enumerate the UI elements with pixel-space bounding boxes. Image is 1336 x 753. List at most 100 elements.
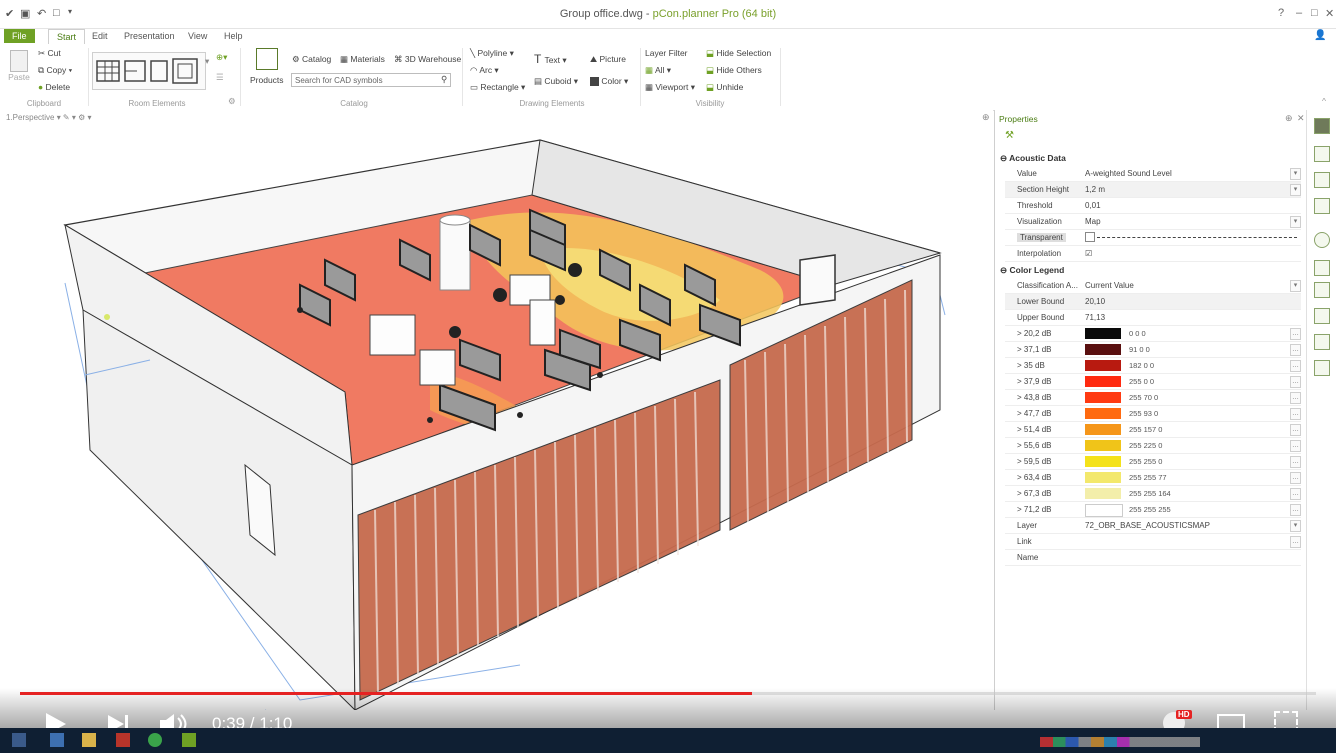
prop-row-classification[interactable]: Classification A... Current Value ▾ [1005, 278, 1301, 294]
more-icon[interactable]: … [1290, 328, 1301, 340]
more-icon[interactable]: … [1290, 440, 1301, 452]
panel-close-icon[interactable]: ✕ [1297, 113, 1305, 124]
tab-file[interactable]: File [4, 29, 35, 43]
add-element-icon[interactable]: ⊕▾ [216, 52, 227, 63]
prop-row-visualization[interactable]: Visualization Map ▾ [1005, 214, 1301, 230]
more-icon[interactable]: … [1290, 392, 1301, 404]
legend-row[interactable]: > 37,9 dB 255 0 0… [1005, 374, 1301, 390]
copy-button[interactable]: ⧉ Copy ▾ [38, 65, 72, 76]
panel-pin-icon[interactable]: ⊕ [1285, 113, 1293, 124]
legend-row[interactable]: > 37,1 dB 91 0 0… [1005, 342, 1301, 358]
arc-button[interactable]: ◠ Arc ▾ [470, 65, 499, 76]
tab-view[interactable]: View [180, 29, 215, 43]
globe-search-icon[interactable] [1314, 232, 1330, 248]
help-icon[interactable]: ? [1278, 7, 1284, 19]
legend-row[interactable]: > 55,6 dB 255 225 0… [1005, 438, 1301, 454]
prop-row-link[interactable]: Link… [1005, 534, 1301, 550]
legend-row[interactable]: > 71,2 dB 255 255 255… [1005, 502, 1301, 518]
chevron-down-icon[interactable]: ▾ [1290, 280, 1301, 292]
more-icon[interactable]: … [1290, 408, 1301, 420]
catalog-button[interactable]: ⚙ Catalog [292, 54, 331, 65]
pcon-planner-icon[interactable] [182, 733, 196, 747]
more-icon[interactable]: … [1290, 472, 1301, 484]
close-icon[interactable]: ✕ [1325, 7, 1334, 20]
start-button-icon[interactable] [12, 733, 26, 747]
chevron-down-icon[interactable]: ▾ [1290, 216, 1301, 228]
more-icon[interactable]: … [1290, 344, 1301, 356]
prop-row-layer[interactable]: Layer 72_OBR_BASE_ACOUSTICSMAP ▾ [1005, 518, 1301, 534]
whatsapp-icon[interactable] [148, 733, 162, 747]
color-legend-section[interactable]: ⊖ Color Legend [1000, 265, 1064, 276]
tab-presentation[interactable]: Presentation [116, 29, 183, 43]
ribbon-collapse-icon[interactable]: ^ [1322, 96, 1326, 106]
tab-help[interactable]: Help [216, 29, 251, 43]
paste-button[interactable]: Paste [8, 50, 30, 82]
more-icon[interactable]: … [1290, 360, 1301, 372]
chevron-down-icon[interactable]: ▾ [1290, 520, 1301, 532]
maximize-icon[interactable]: □ [1311, 7, 1318, 19]
prop-row-name[interactable]: Name [1005, 550, 1301, 566]
viewport-button[interactable]: ▦ Viewport ▾ [645, 82, 695, 93]
picture-button[interactable]: ⛰ Picture [590, 54, 626, 65]
system-tray-icons[interactable] [1040, 737, 1200, 747]
taskbar-app-icon[interactable] [50, 733, 64, 747]
properties-tool-icon[interactable]: ⚒ [1005, 130, 1014, 141]
more-icon[interactable]: … [1290, 488, 1301, 500]
legend-row[interactable]: > 63,4 dB 255 255 77… [1005, 470, 1301, 486]
rectangle-button[interactable]: ▭ Rectangle ▾ [470, 82, 525, 93]
chevron-down-icon[interactable]: ▾ [1290, 184, 1301, 196]
folder-icon[interactable] [82, 733, 96, 747]
layer-filter-dropdown[interactable]: ▦ All ▾ [645, 65, 671, 76]
prop-row-upper-bound[interactable]: Upper Bound 71,13 [1005, 310, 1301, 326]
video-progress-bar[interactable] [20, 692, 1316, 695]
prop-row-interpolation[interactable]: Interpolation ☑ [1005, 246, 1301, 262]
warehouse-button[interactable]: ⌘ 3D Warehouse [394, 54, 461, 65]
products-button[interactable]: Products [250, 48, 284, 85]
prop-row-section-height[interactable]: Section Height 1,2 m ▾ [1005, 182, 1301, 198]
taskbar-app-icon[interactable] [116, 733, 130, 747]
legend-row[interactable]: > 67,3 dB 255 255 164… [1005, 486, 1301, 502]
prop-row-threshold[interactable]: Threshold 0,01 [1005, 198, 1301, 214]
document-icon[interactable] [1314, 198, 1330, 214]
unhide-button[interactable]: ⬓ Unhide [706, 82, 743, 93]
transparent-checkbox[interactable] [1085, 232, 1095, 242]
prop-row-lower-bound[interactable]: Lower Bound 20,10 [1005, 294, 1301, 310]
prop-row-transparent[interactable]: Transparent [1005, 230, 1301, 246]
legend-row[interactable]: > 59,5 dB 255 255 0… [1005, 454, 1301, 470]
search-icon[interactable]: ⚲ [441, 74, 447, 85]
more-icon[interactable]: … [1290, 424, 1301, 436]
edit-icon[interactable] [1314, 334, 1330, 350]
tab-start[interactable]: Start [48, 29, 86, 44]
more-icon[interactable]: … [1290, 456, 1301, 468]
more-icon[interactable]: … [1290, 504, 1301, 516]
more-icon[interactable]: … [1290, 376, 1301, 388]
text-button[interactable]: T Text ▾ [534, 52, 567, 66]
cut-button[interactable]: ✂ Cut [38, 48, 61, 59]
catalog-browser-icon[interactable] [1314, 146, 1330, 162]
hide-others-button[interactable]: ⬓ Hide Others [706, 65, 762, 76]
statistics-icon[interactable] [1314, 360, 1330, 376]
legend-row[interactable]: > 51,4 dB 255 157 0… [1005, 422, 1301, 438]
more-icon[interactable]: … [1290, 536, 1301, 548]
box-icon[interactable] [1314, 260, 1330, 276]
legend-row[interactable]: > 35 dB 182 0 0… [1005, 358, 1301, 374]
legend-row[interactable]: > 20,2 dB 0 0 0… [1005, 326, 1301, 342]
gallery-dropdown-icon[interactable]: ▾ [205, 56, 209, 67]
interpolation-checkbox[interactable]: ☑ [1085, 249, 1092, 258]
delete-button[interactable]: ● Delete [38, 82, 70, 92]
tab-edit[interactable]: Edit [84, 29, 116, 43]
acoustic-data-section[interactable]: ⊖ Acoustic Data [1000, 153, 1066, 164]
room-elements-gallery[interactable] [92, 52, 206, 90]
view-cube-icon[interactable] [1314, 118, 1330, 134]
legend-row[interactable]: > 43,8 dB 255 70 0… [1005, 390, 1301, 406]
prop-row-value[interactable]: Value A-weighted Sound Level ▾ [1005, 166, 1301, 182]
user-icon[interactable]: 👤 [1314, 30, 1326, 41]
legend-row[interactable]: > 47,7 dB 255 93 0… [1005, 406, 1301, 422]
list-icon[interactable]: ☰ [216, 72, 224, 83]
layers-icon[interactable] [1314, 282, 1330, 298]
hide-selection-button[interactable]: ⬓ Hide Selection [706, 48, 771, 59]
polyline-button[interactable]: ╲ Polyline ▾ [470, 48, 514, 59]
chevron-down-icon[interactable]: ▾ [1290, 168, 1301, 180]
color-button[interactable]: Color ▾ [590, 76, 628, 87]
3d-viewport[interactable]: 1.Perspective ▾ ✎ ▾ ⚙ ▾ ⊕ [0, 110, 993, 710]
